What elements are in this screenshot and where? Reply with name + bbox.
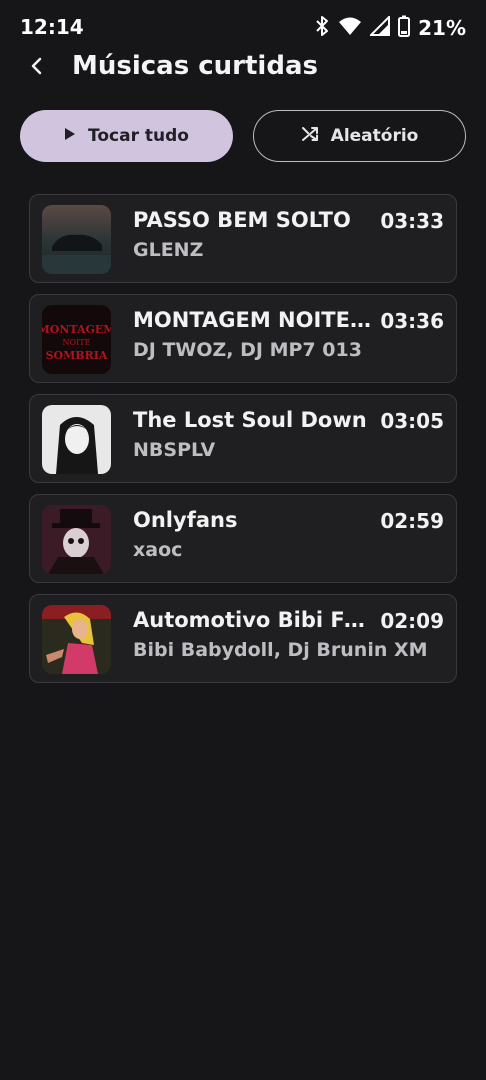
track-duration: 02:59 — [380, 509, 444, 533]
battery-icon — [398, 15, 411, 41]
track-title: The Lost Soul Down — [133, 408, 367, 432]
shuffle-icon — [301, 126, 319, 147]
battery-percent: 21% — [418, 16, 466, 40]
play-all-label: Tocar tudo — [88, 126, 189, 146]
page-title: Músicas curtidas — [72, 51, 318, 81]
album-cover — [42, 405, 111, 474]
wifi-icon — [338, 16, 362, 40]
shuffle-label: Aleatório — [330, 126, 419, 146]
cover-text: SOMBRIA — [46, 349, 108, 362]
bluetooth-icon — [314, 15, 330, 41]
play-icon — [64, 126, 76, 146]
track-row[interactable]: MONTAGEM NOITE SOMBRIA MONTAGEM NOITE SO… — [29, 294, 457, 383]
track-row[interactable]: Onlyfans xaoc 02:59 — [29, 494, 457, 583]
track-row[interactable]: PASSO BEM SOLTO GLENZ 03:33 — [29, 194, 457, 283]
status-time: 12:14 — [20, 15, 84, 39]
track-duration: 03:33 — [380, 209, 444, 233]
track-duration: 02:09 — [380, 609, 444, 633]
track-artist: NBSPLV — [133, 439, 216, 461]
chevron-left-icon — [29, 56, 43, 80]
track-duration: 03:05 — [380, 409, 444, 433]
app-header: Músicas curtidas — [0, 50, 486, 86]
album-cover: MONTAGEM NOITE SOMBRIA — [42, 305, 111, 374]
track-title: Automotivo Bibi Fogosa — [133, 608, 373, 632]
track-duration: 03:36 — [380, 309, 444, 333]
track-title: PASSO BEM SOLTO — [133, 208, 351, 232]
album-cover — [42, 505, 111, 574]
track-artist: GLENZ — [133, 239, 204, 261]
track-row[interactable]: Automotivo Bibi Fogosa Bibi Babydoll, Dj… — [29, 594, 457, 683]
signal-icon — [368, 14, 391, 40]
shuffle-button[interactable]: Aleatório — [253, 110, 466, 162]
back-button[interactable] — [22, 54, 50, 82]
status-bar: 12:14 21% — [0, 0, 486, 56]
track-artist: xaoc — [133, 539, 183, 561]
track-artist: DJ TWOZ, DJ MP7 013 — [133, 339, 362, 361]
track-title: MONTAGEM NOITE SOMBRIA — [133, 308, 373, 332]
cover-text: MONTAGEM — [42, 323, 111, 336]
album-cover — [42, 605, 111, 674]
track-row[interactable]: The Lost Soul Down NBSPLV 03:05 — [29, 394, 457, 483]
track-list: PASSO BEM SOLTO GLENZ 03:33 MONTAGEM NOI… — [29, 194, 457, 694]
play-all-button[interactable]: Tocar tudo — [20, 110, 233, 162]
track-artist: Bibi Babydoll, Dj Brunin XM — [133, 639, 428, 661]
cover-text: NOITE — [63, 338, 91, 347]
track-title: Onlyfans — [133, 508, 238, 532]
status-icons: 21% — [314, 14, 466, 41]
album-cover — [42, 205, 111, 274]
